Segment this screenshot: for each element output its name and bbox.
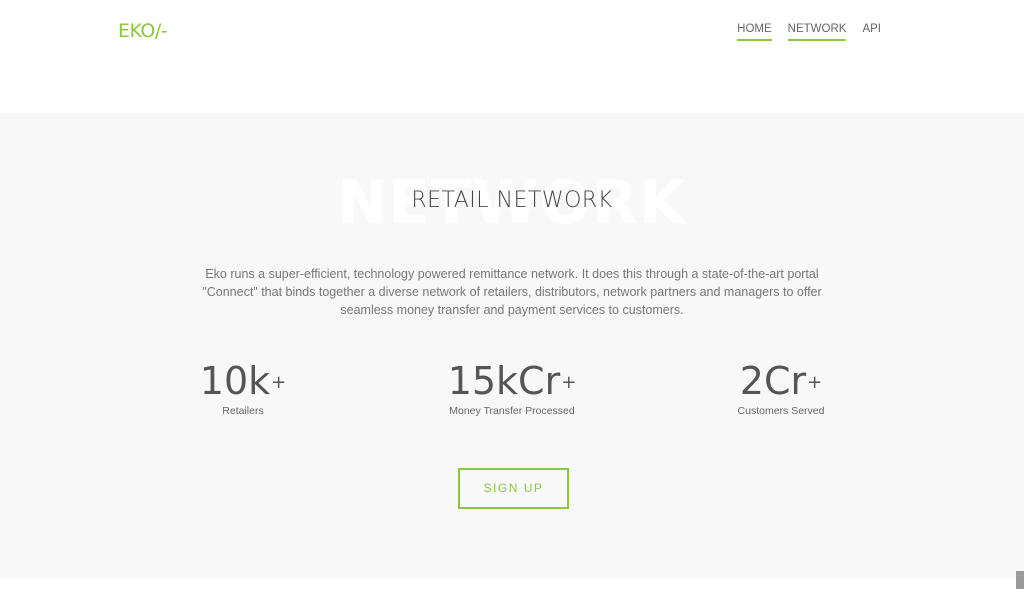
site-header: EKO/- HOME NETWORK API <box>0 0 1024 113</box>
stat-retailers: 10k+ Retailers <box>143 357 343 417</box>
stat-money-transfer: 15kCr+ Money Transfer Processed <box>412 357 612 417</box>
stat-label: Money Transfer Processed <box>449 405 575 417</box>
scrollbar-thumb[interactable] <box>1016 571 1024 589</box>
nav-api[interactable]: API <box>862 23 881 41</box>
stat-value: 15kCr+ <box>447 359 577 403</box>
retail-network-section: NETWORK RETAIL NETWORK Eko runs a super-… <box>0 113 1024 578</box>
stat-label: Retailers <box>222 405 264 417</box>
section-title: RETAIL NETWORK <box>411 188 613 213</box>
eko-logo[interactable]: EKO/- <box>118 20 168 42</box>
stat-value: 10k+ <box>199 359 287 403</box>
sign-up-button[interactable]: SIGN UP <box>458 468 569 509</box>
stat-value: 2Cr+ <box>739 359 823 403</box>
nav-network[interactable]: NETWORK <box>787 23 847 41</box>
nav-home[interactable]: HOME <box>737 23 772 41</box>
section-description: Eko runs a super-efficient, technology p… <box>202 267 822 317</box>
stat-customers: 2Cr+ Customers Served <box>681 357 881 417</box>
stat-label: Customers Served <box>737 405 825 417</box>
main-nav: HOME NETWORK API <box>737 23 881 41</box>
